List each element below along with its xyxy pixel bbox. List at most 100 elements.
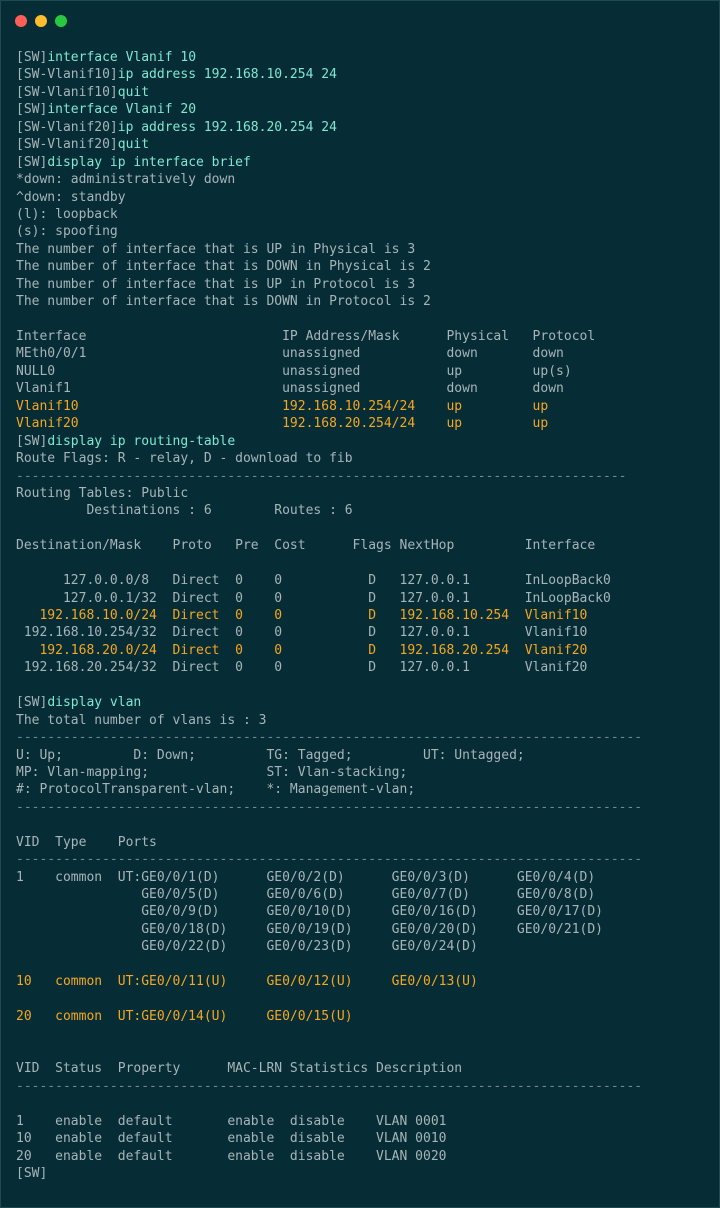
output-line: *down: administratively down xyxy=(16,171,709,188)
highlighted-output-line: 192.168.20.0/24 Direct 0 0 D 192.168.20.… xyxy=(16,642,709,659)
command-line: [SW]display vlan xyxy=(16,694,709,711)
output-text: Routing Tables: Public xyxy=(16,485,189,501)
command-text: quit xyxy=(117,84,150,100)
output-line: Interface IP Address/Mask Physical Proto… xyxy=(16,328,709,345)
output-text: The number of interface that is DOWN in … xyxy=(16,259,431,275)
output-line: VID Type Ports xyxy=(16,834,709,851)
command-line: [SW-Vlanif20]ip address 192.168.20.254 2… xyxy=(16,119,709,136)
output-text: MP: Vlan-mapping; ST: Vlan-stacking; xyxy=(16,764,408,780)
output-text: The number of interface that is UP in Ph… xyxy=(16,241,416,257)
output-line: NULL0 unassigned up up(s) xyxy=(16,363,709,380)
output-text: VID Status Property MAC-LRN Statistics D… xyxy=(16,1061,463,1077)
output-text: GE0/0/9(D) GE0/0/10(D) GE0/0/16(D) GE0/0… xyxy=(16,904,603,920)
prompt: [SW] xyxy=(16,1166,48,1181)
command-line: [SW] xyxy=(16,1165,709,1182)
output-text: (s): spoofing xyxy=(16,224,118,240)
output-text: *down: administratively down xyxy=(16,172,236,188)
output-text: Destinations : 6 Routes : 6 xyxy=(16,503,353,519)
output-text: ----------------------------------------… xyxy=(16,1078,643,1094)
output-text: MEth0/0/1 unassigned down down xyxy=(16,346,564,362)
output-line: 127.0.0.0/8 Direct 0 0 D 127.0.0.1 InLoo… xyxy=(16,572,709,589)
output-text: 127.0.0.0/8 Direct 0 0 D 127.0.0.1 InLoo… xyxy=(16,573,611,589)
output-line: (l): loopback xyxy=(16,206,709,223)
output-line: 1 common UT:GE0/0/1(D) GE0/0/2(D) GE0/0/… xyxy=(16,869,709,886)
output-text: (l): loopback xyxy=(16,206,118,222)
output-line: Destination/Mask Proto Pre Cost Flags Ne… xyxy=(16,537,709,554)
command-line: [SW]display ip routing-table xyxy=(16,433,709,450)
output-line: 192.168.10.254/32 Direct 0 0 D 127.0.0.1… xyxy=(16,624,709,641)
output-text: ----------------------------------------… xyxy=(16,730,643,746)
output-line: The number of interface that is UP in Ph… xyxy=(16,241,709,258)
output-text: The number of interface that is DOWN in … xyxy=(16,294,431,310)
output-text: ----------------------------------------… xyxy=(16,799,643,815)
prompt: [SW] xyxy=(16,433,48,449)
command-line: [SW-Vlanif10]ip address 192.168.10.254 2… xyxy=(16,66,709,83)
highlighted-output-line: Vlanif10 192.168.10.254/24 up up xyxy=(16,398,709,415)
minimize-icon[interactable] xyxy=(35,15,47,27)
command-line: [SW]interface Vlanif 20 xyxy=(16,101,709,118)
command-line: [SW-Vlanif20]quit xyxy=(16,136,709,153)
terminal-output[interactable]: [SW]interface Vlanif 10 [SW-Vlanif10]ip a… xyxy=(16,49,709,1182)
output-text: NULL0 unassigned up up(s) xyxy=(16,363,572,379)
highlighted-output-line: Vlanif20 192.168.20.254/24 up up xyxy=(16,415,709,432)
output-text: U: Up; D: Down; TG: Tagged; UT: Untagged… xyxy=(16,747,525,763)
prompt: [SW] xyxy=(16,695,48,711)
output-line: The number of interface that is UP in Pr… xyxy=(16,276,709,293)
command-text: display ip interface brief xyxy=(47,154,251,170)
terminal-window: [SW]interface Vlanif 10 [SW-Vlanif10]ip a… xyxy=(0,0,720,1208)
command-text: interface Vlanif 20 xyxy=(47,102,197,118)
command-text: ip address 192.168.20.254 24 xyxy=(117,119,337,135)
output-text: 192.168.20.0/24 Direct 0 0 D 192.168.20.… xyxy=(16,642,588,658)
close-icon[interactable] xyxy=(15,15,27,27)
output-text: #: ProtocolTransparent-vlan; *: Manageme… xyxy=(16,782,416,798)
command-text: display vlan xyxy=(47,695,142,711)
output-text: The total number of vlans is : 3 xyxy=(16,712,267,728)
output-text: GE0/0/5(D) GE0/0/6(D) GE0/0/7(D) GE0/0/8… xyxy=(16,887,596,902)
output-text: 1 common UT:GE0/0/1(D) GE0/0/2(D) GE0/0/… xyxy=(16,869,596,885)
separator-line: ----------------------------------------… xyxy=(16,729,709,746)
output-text: ----------------------------------------… xyxy=(16,852,643,868)
output-text: ----------------------------------------… xyxy=(16,468,627,484)
output-text: Vlanif20 192.168.20.254/24 up up xyxy=(16,416,549,432)
output-text: 1 enable default enable disable VLAN 000… xyxy=(16,1113,447,1129)
output-line: ^down: standby xyxy=(16,189,709,206)
prompt: [SW-Vlanif20] xyxy=(16,137,118,153)
output-line: Vlanif1 unassigned down down xyxy=(16,380,709,397)
output-text: 192.168.20.254/32 Direct 0 0 D 127.0.0.1… xyxy=(16,660,588,676)
output-line: VID Status Property MAC-LRN Statistics D… xyxy=(16,1060,709,1077)
command-text: quit xyxy=(117,137,150,153)
output-text: The number of interface that is UP in Pr… xyxy=(16,276,416,292)
output-text: Route Flags: R - relay, D - download to … xyxy=(16,451,353,467)
maximize-icon[interactable] xyxy=(55,15,67,27)
output-line: MEth0/0/1 unassigned down down xyxy=(16,345,709,362)
highlighted-output-line: 20 common UT:GE0/0/14(U) GE0/0/15(U) xyxy=(16,1008,709,1025)
prompt: [SW-Vlanif20] xyxy=(16,119,118,135)
output-line: (s): spoofing xyxy=(16,223,709,240)
output-text: 192.168.10.0/24 Direct 0 0 D 192.168.10.… xyxy=(16,608,588,623)
output-line: GE0/0/9(D) GE0/0/10(D) GE0/0/16(D) GE0/0… xyxy=(16,903,709,920)
output-line: #: ProtocolTransparent-vlan; *: Manageme… xyxy=(16,781,709,798)
output-line: GE0/0/18(D) GE0/0/19(D) GE0/0/20(D) GE0/… xyxy=(16,921,709,938)
output-line: 1 enable default enable disable VLAN 000… xyxy=(16,1113,709,1130)
output-line: Routing Tables: Public xyxy=(16,485,709,502)
output-line: Destinations : 6 Routes : 6 xyxy=(16,502,709,519)
output-text: Vlanif10 192.168.10.254/24 up up xyxy=(16,398,549,414)
separator-line: ----------------------------------------… xyxy=(16,1078,709,1095)
output-line: GE0/0/5(D) GE0/0/6(D) GE0/0/7(D) GE0/0/8… xyxy=(16,886,709,903)
prompt: [SW] xyxy=(16,102,48,118)
highlighted-output-line: 10 common UT:GE0/0/11(U) GE0/0/12(U) GE0… xyxy=(16,973,709,990)
output-text: 10 enable default enable disable VLAN 00… xyxy=(16,1131,447,1147)
output-line: 20 enable default enable disable VLAN 00… xyxy=(16,1148,709,1165)
output-line: MP: Vlan-mapping; ST: Vlan-stacking; xyxy=(16,764,709,781)
command-line: [SW]display ip interface brief xyxy=(16,154,709,171)
prompt: [SW-Vlanif10] xyxy=(16,67,118,83)
output-text: GE0/0/18(D) GE0/0/19(D) GE0/0/20(D) GE0/… xyxy=(16,921,603,937)
